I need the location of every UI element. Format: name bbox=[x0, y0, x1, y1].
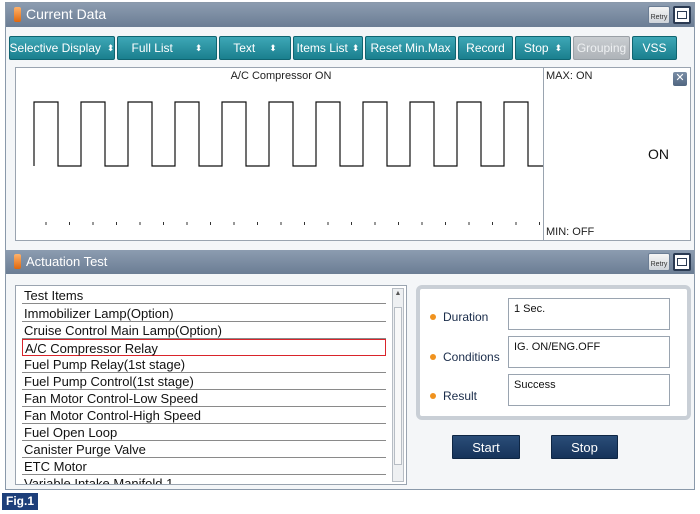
signal-waveform bbox=[33, 101, 543, 225]
signal-graph: A/C Compressor ON MAX: ON ON MIN: OFF ✕ bbox=[15, 67, 691, 241]
test-items-list: Test Items Immobilizer Lamp(Option) Cruis… bbox=[15, 285, 407, 485]
scroll-thumb[interactable] bbox=[394, 307, 402, 465]
current-data-title: Current Data bbox=[26, 6, 107, 22]
start-label: Start bbox=[472, 439, 500, 455]
list-item[interactable]: Immobilizer Lamp(Option) bbox=[22, 305, 386, 322]
graph-side-panel: MAX: ON ON MIN: OFF ✕ bbox=[543, 68, 691, 240]
list-scrollbar[interactable]: ▲ bbox=[392, 288, 404, 482]
list-item[interactable]: ETC Motor bbox=[22, 458, 386, 475]
reset-minmax-button[interactable]: Reset Min.Max bbox=[365, 36, 456, 60]
duration-label: Duration bbox=[430, 310, 488, 324]
bullet-icon bbox=[430, 353, 436, 360]
selective-display-label: Selective Display bbox=[9, 41, 101, 55]
conditions-label-text: Conditions bbox=[443, 350, 500, 364]
result-label-text: Result bbox=[443, 389, 478, 403]
list-header: Test Items bbox=[22, 287, 386, 304]
list-item[interactable]: Canister Purge Valve bbox=[22, 441, 386, 458]
actuation-test-titlebar: Actuation Test Retry bbox=[6, 250, 694, 274]
full-list-label: Full List bbox=[131, 41, 173, 55]
test-parameters-panel: Duration 1 Sec. Conditions IG. ON/ENG.OF… bbox=[416, 285, 691, 420]
current-data-titlebar: Current Data Retry bbox=[6, 3, 694, 27]
graph-signal-name: A/C Compressor ON bbox=[230, 70, 332, 82]
graph-current-value: ON bbox=[648, 146, 669, 162]
graph-min-label: MIN: OFF bbox=[546, 226, 595, 238]
window-toggle-icon[interactable] bbox=[673, 253, 691, 271]
full-list-button[interactable]: Full List ⬍ bbox=[117, 36, 217, 60]
bullet-icon bbox=[430, 313, 436, 320]
items-list-label: Items List bbox=[296, 41, 348, 55]
window-toggle-icon[interactable] bbox=[673, 6, 691, 24]
selective-display-button[interactable]: Selective Display ⬍ bbox=[9, 36, 115, 60]
list-item[interactable]: Fan Motor Control-Low Speed bbox=[22, 390, 386, 407]
list-item[interactable]: Fuel Open Loop bbox=[22, 424, 386, 441]
retry-icon-label: Retry bbox=[650, 261, 668, 268]
result-value: Success bbox=[508, 374, 670, 406]
duration-label-text: Duration bbox=[443, 310, 489, 324]
updown-arrow-icon: ⬍ bbox=[269, 42, 277, 53]
figure-label: Fig.1 bbox=[2, 493, 38, 510]
vss-button[interactable]: VSS bbox=[632, 36, 677, 60]
text-label: Text bbox=[233, 41, 256, 55]
current-data-toolbar: Selective Display ⬍ Full List ⬍ Text ⬍ Item… bbox=[6, 36, 694, 60]
record-label: Record bbox=[466, 41, 505, 55]
waveform-line bbox=[33, 101, 543, 167]
stop-mode-button[interactable]: Stop ⬍ bbox=[515, 36, 571, 60]
start-button[interactable]: Start bbox=[452, 435, 520, 459]
record-button[interactable]: Record bbox=[458, 36, 513, 60]
grouping-button[interactable]: Grouping bbox=[573, 36, 630, 60]
list-item[interactable]: Cruise Control Main Lamp(Option) bbox=[22, 322, 386, 339]
conditions-value: IG. ON/ENG.OFF bbox=[508, 336, 670, 368]
stop-label: Stop bbox=[571, 439, 598, 455]
grouping-label: Grouping bbox=[576, 41, 627, 55]
retry-icon[interactable]: Retry bbox=[648, 253, 670, 271]
list-item[interactable]: Fan Motor Control-High Speed bbox=[22, 407, 386, 424]
updown-arrow-icon: ⬍ bbox=[194, 42, 203, 53]
reset-minmax-label: Reset Min.Max bbox=[370, 41, 451, 55]
duration-value: 1 Sec. bbox=[508, 298, 670, 330]
updown-arrow-icon: ⬍ bbox=[351, 42, 360, 53]
list-item[interactable]: Fuel Pump Control(1st stage) bbox=[22, 373, 386, 390]
result-label: Result bbox=[430, 389, 477, 403]
actuation-test-title: Actuation Test bbox=[26, 254, 108, 269]
retry-icon-label: Retry bbox=[650, 14, 668, 21]
stop-mode-label: Stop bbox=[523, 41, 549, 55]
conditions-label: Conditions bbox=[430, 350, 500, 364]
vss-label: VSS bbox=[642, 41, 667, 55]
bullet-icon bbox=[430, 392, 436, 399]
panel-marker-icon bbox=[14, 7, 21, 22]
list-item[interactable]: A/C Compressor Relay bbox=[22, 339, 386, 356]
close-icon[interactable]: ✕ bbox=[673, 72, 687, 86]
items-list-button[interactable]: Items List ⬍ bbox=[293, 36, 363, 60]
retry-icon[interactable]: Retry bbox=[648, 6, 670, 24]
graph-max-label: MAX: ON bbox=[546, 70, 593, 82]
updown-arrow-icon: ⬍ bbox=[106, 42, 115, 53]
list-item[interactable]: Variable Intake Manifold 1 bbox=[22, 475, 386, 484]
list-item[interactable]: Fuel Pump Relay(1st stage) bbox=[22, 356, 386, 373]
updown-arrow-icon: ⬍ bbox=[554, 42, 563, 53]
main-window: Current Data Retry Selective Display ⬍ Fu… bbox=[5, 2, 695, 490]
panel-marker-icon bbox=[14, 254, 21, 269]
stop-button[interactable]: Stop bbox=[551, 435, 618, 459]
text-button[interactable]: Text ⬍ bbox=[219, 36, 291, 60]
scroll-up-icon[interactable]: ▲ bbox=[394, 290, 402, 304]
